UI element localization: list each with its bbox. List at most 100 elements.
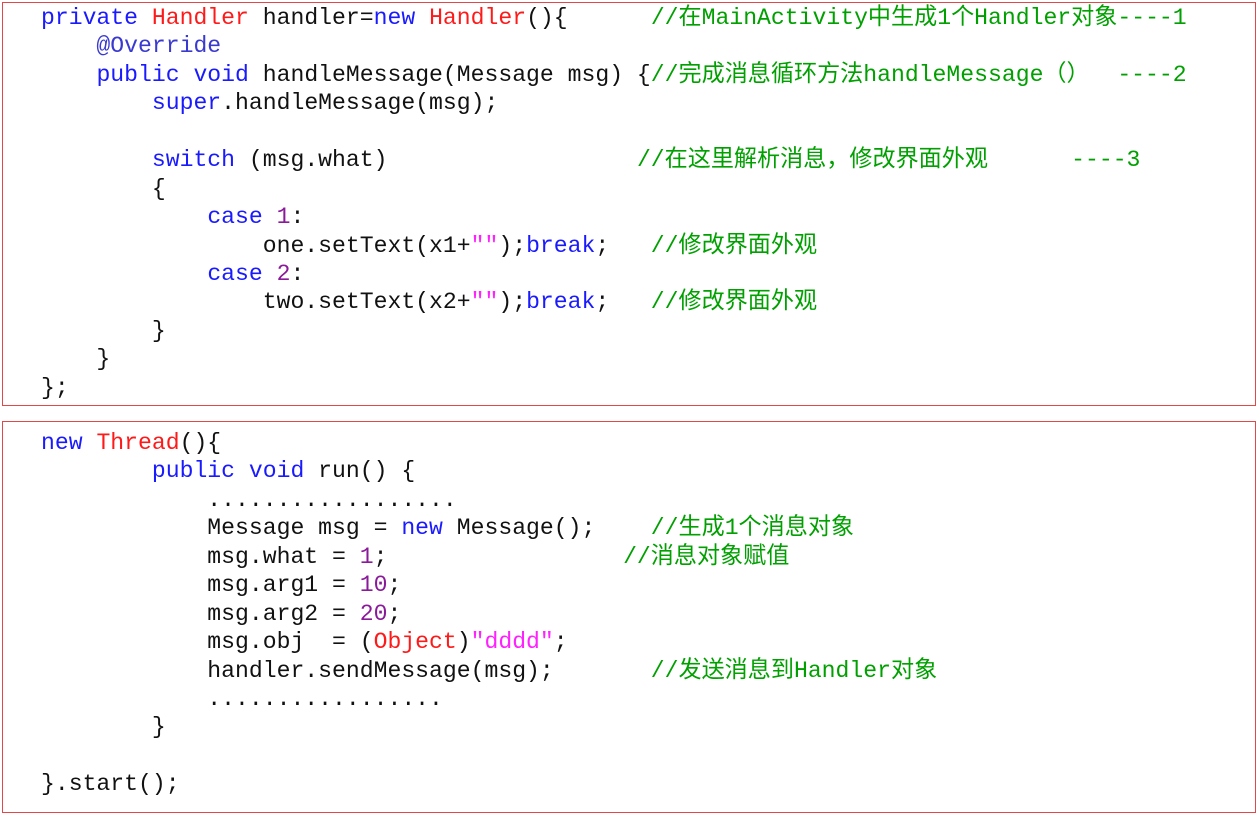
- code-token: ;: [387, 600, 402, 627]
- code-line: msg.obj = (Object)"dddd";: [41, 628, 937, 656]
- code-token: );: [498, 232, 527, 259]
- keyword-token: case: [207, 204, 277, 231]
- code-token: one.setText(x1+: [41, 232, 471, 259]
- code-line: Message msg = new Message(); //生成1个消息对象: [41, 514, 937, 542]
- code-token: (){: [179, 430, 222, 456]
- code-token: ..................: [41, 486, 457, 513]
- code-line: case 1:: [41, 203, 1187, 231]
- code-line: msg.arg2 = 20;: [41, 600, 937, 628]
- code-token: handler.sendMessage(msg);: [41, 657, 651, 684]
- comment-token: //完成消息循环方法handleMessage（） ----2: [650, 61, 1187, 88]
- code-token: handleMessage(Message msg) {: [248, 61, 651, 88]
- keyword-token: break: [526, 232, 596, 259]
- code-line: ..................: [41, 486, 937, 514]
- code-line: .................: [41, 685, 937, 713]
- code-token: ;: [553, 629, 568, 656]
- comment-token: //在MainActivity中生成1个Handler对象----1: [650, 5, 1187, 31]
- type-name-token: Thread: [96, 430, 180, 456]
- code-line: }: [41, 317, 1187, 345]
- code-token: .................: [41, 685, 443, 712]
- annotation-token: @Override: [41, 33, 222, 60]
- code-line: msg.arg1 = 10;: [41, 571, 937, 599]
- code-token: msg.obj = (: [41, 629, 374, 656]
- comment-token: //修改界面外观: [650, 289, 818, 316]
- keyword-token: super: [151, 90, 222, 117]
- code-line: };: [41, 374, 1187, 402]
- code-token: (msg.what): [235, 147, 637, 174]
- keyword-token: case: [207, 260, 277, 287]
- comment-token: //发送消息到Handler对象: [650, 657, 938, 684]
- keyword-token: private: [41, 5, 152, 31]
- keyword-token: new: [41, 430, 97, 456]
- code-line: {: [41, 175, 1187, 203]
- code-line: public void handleMessage(Message msg) {…: [41, 61, 1187, 89]
- code-token: }: [41, 317, 166, 344]
- number-literal-token: 10: [359, 572, 388, 599]
- string-literal-token: "": [470, 289, 499, 316]
- code-line: two.setText(x2+"");break; //修改界面外观: [41, 288, 1187, 316]
- type-name-token: Object: [373, 629, 457, 656]
- code-token: .handleMessage(msg);: [221, 90, 499, 117]
- code-line: }: [41, 713, 937, 741]
- code-token: msg.arg1 =: [41, 572, 360, 599]
- code-token: :: [290, 260, 305, 287]
- keyword-token: new: [373, 5, 430, 31]
- comment-token: //消息对象赋值: [623, 543, 790, 570]
- number-literal-token: 1: [276, 204, 291, 231]
- code-line: super.handleMessage(msg);: [41, 89, 1187, 117]
- code-token: (){: [526, 5, 651, 31]
- handler-code-block: private Handler handler=new Handler(){ /…: [2, 2, 1256, 406]
- keyword-token: switch: [151, 147, 236, 174]
- code-token: }: [41, 714, 166, 741]
- code-token: ): [456, 629, 471, 656]
- code-text: new Thread(){ public void run() { ......…: [41, 429, 937, 799]
- number-literal-token: 2: [276, 260, 291, 287]
- code-line: new Thread(){: [41, 429, 937, 457]
- code-text: private Handler handler=new Handler(){ /…: [41, 4, 1187, 402]
- code-line: handler.sendMessage(msg); //发送消息到Handler…: [41, 657, 937, 685]
- code-token: );: [498, 289, 527, 316]
- string-literal-token: "": [470, 232, 499, 259]
- code-line: }: [41, 345, 1187, 373]
- code-line: msg.what = 1; //消息对象赋值: [41, 543, 937, 571]
- code-line: private Handler handler=new Handler(){ /…: [41, 4, 1187, 32]
- comment-token: //生成1个消息对象: [650, 515, 855, 542]
- code-token: ;: [595, 289, 651, 316]
- keyword-token: public void: [96, 61, 249, 88]
- number-literal-token: 20: [359, 600, 388, 627]
- code-line: @Override: [41, 32, 1187, 60]
- code-token: };: [41, 374, 69, 401]
- code-token: two.setText(x2+: [41, 289, 471, 316]
- code-token: handler=: [248, 5, 374, 31]
- type-name-token: Handler: [429, 5, 527, 31]
- code-token: ;: [595, 232, 651, 259]
- code-line: public void run() {: [41, 457, 937, 485]
- type-name-token: Handler: [151, 5, 249, 31]
- code-token: Message msg =: [41, 515, 402, 542]
- keyword-token: public void: [151, 458, 305, 485]
- code-line: switch (msg.what) //在这里解析消息，修改界面外观 ----3: [41, 146, 1187, 174]
- code-token: }.start();: [41, 771, 180, 798]
- comment-token: //修改界面外观: [650, 232, 818, 259]
- code-token: ;: [387, 572, 402, 599]
- code-line: case 2:: [41, 260, 1187, 288]
- code-token: ;: [373, 543, 624, 570]
- code-token: msg.what =: [41, 543, 360, 570]
- code-token: run() {: [304, 458, 416, 485]
- code-token: msg.arg2 =: [41, 600, 360, 627]
- keyword-token: break: [526, 289, 596, 316]
- number-literal-token: 1: [359, 543, 374, 570]
- code-token: {: [41, 175, 166, 202]
- code-token: }: [41, 346, 111, 373]
- code-line: }.start();: [41, 770, 937, 798]
- code-token: Message();: [442, 515, 651, 542]
- code-line: one.setText(x1+"");break; //修改界面外观: [41, 232, 1187, 260]
